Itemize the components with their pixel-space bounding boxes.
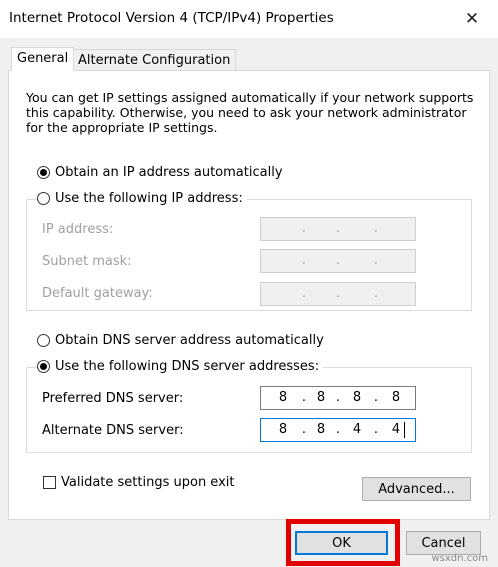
octet: 4	[352, 422, 362, 437]
close-icon[interactable]: ✕	[459, 6, 485, 32]
obtain-dns-auto-label: Obtain DNS server address automatically	[55, 333, 324, 348]
checkbox-indicator	[43, 476, 56, 489]
cancel-button[interactable]: Cancel	[406, 531, 481, 555]
octet: 8	[391, 390, 401, 405]
subnet-mask-label: Subnet mask:	[42, 254, 132, 269]
validate-settings-checkbox[interactable]: Validate settings upon exit	[43, 475, 234, 490]
default-gateway-field: ...	[260, 282, 416, 306]
obtain-dns-auto-radio[interactable]: Obtain DNS server address automatically	[37, 333, 324, 348]
ok-highlight-box	[286, 519, 400, 566]
radio-indicator	[37, 334, 50, 347]
radio-indicator	[37, 360, 50, 373]
octet: 8	[278, 390, 288, 405]
ip-address-label: IP address:	[42, 222, 114, 237]
subnet-mask-field: ...	[260, 249, 416, 273]
advanced-button[interactable]: Advanced...	[362, 477, 471, 501]
validate-settings-label: Validate settings upon exit	[61, 475, 235, 490]
title-bar: Internet Protocol Version 4 (TCP/IPv4) P…	[0, 0, 498, 38]
ip-address-field: ...	[260, 217, 416, 241]
tab-general[interactable]: General	[11, 47, 75, 71]
use-following-dns-radio[interactable]: Use the following DNS server addresses:	[37, 359, 324, 374]
alternate-dns-field[interactable]: 8 . 8 . 4 . 4	[260, 418, 416, 442]
preferred-dns-label: Preferred DNS server:	[42, 391, 184, 406]
preferred-dns-field[interactable]: 8 . 8 . 8 . 8	[260, 386, 416, 410]
text-cursor	[404, 422, 405, 438]
use-following-dns-label: Use the following DNS server addresses:	[55, 359, 320, 374]
octet: 8	[316, 422, 326, 437]
obtain-ip-auto-radio[interactable]: Obtain an IP address automatically	[37, 165, 283, 180]
alternate-dns-label: Alternate DNS server:	[42, 423, 184, 438]
watermark: wsxdn.com	[431, 553, 488, 564]
window-title: Internet Protocol Version 4 (TCP/IPv4) P…	[9, 10, 334, 26]
radio-indicator	[37, 166, 50, 179]
tab-alternate-configuration[interactable]: Alternate Configuration	[72, 49, 237, 71]
radio-indicator	[37, 192, 50, 205]
use-following-ip-label: Use the following IP address:	[55, 191, 243, 206]
default-gateway-label: Default gateway:	[42, 286, 153, 301]
octet: 4	[391, 422, 401, 437]
octet: 8	[352, 390, 362, 405]
octet: 8	[278, 422, 288, 437]
use-following-ip-radio[interactable]: Use the following IP address:	[37, 191, 247, 206]
description-text: You can get IP settings assigned automat…	[26, 90, 474, 135]
octet: 8	[316, 390, 326, 405]
obtain-ip-auto-label: Obtain an IP address automatically	[55, 165, 283, 180]
